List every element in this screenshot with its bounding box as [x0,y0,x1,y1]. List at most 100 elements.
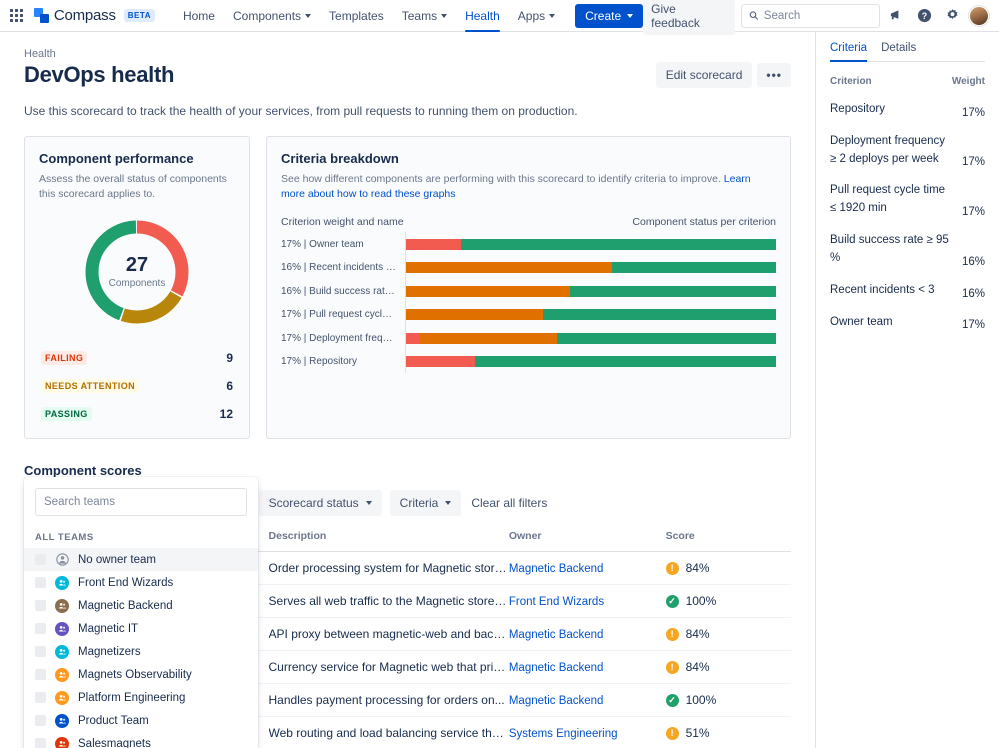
chart-axis-line [405,232,406,373]
bar-segment-needs-attention[interactable] [406,262,612,273]
owner-link[interactable]: Systems Engineering [509,728,618,740]
team-checkbox[interactable] [35,623,46,634]
team-option[interactable]: Magnetic Backend [24,594,258,617]
bar-segment-needs-attention[interactable] [406,286,570,297]
owner-link[interactable]: Magnetic Backend [509,662,604,674]
team-checkbox[interactable] [35,715,46,726]
nav-item-apps[interactable]: Apps [510,0,563,32]
bar-segment-passing[interactable] [461,239,776,250]
nav-item-home[interactable]: Home [175,0,223,32]
team-option[interactable]: Front End Wizards [24,571,258,594]
team-option[interactable]: Product Team [24,709,258,732]
team-option[interactable]: Magnetizers [24,640,258,663]
create-button[interactable]: Create [575,4,643,28]
owner-team-dropdown[interactable]: ALL TEAMS No owner teamFront End Wizards… [24,477,258,748]
criterion-name: Pull request cycle time ≤ 1920 min [830,182,954,218]
give-feedback-button[interactable]: Give feedback [643,0,735,35]
bar-segment-passing[interactable] [570,286,776,297]
owner-link[interactable]: Front End Wizards [509,596,604,608]
nav-item-templates[interactable]: Templates [321,0,392,32]
column-header-description[interactable]: Description [269,530,509,552]
bar-segment-passing[interactable] [543,309,776,320]
bar-segment-failing[interactable] [406,239,461,250]
team-option-label: Product Team [78,715,149,727]
bar-track [406,356,776,367]
warning-circle-icon: ! [666,661,679,674]
filter-criteria[interactable]: Criteria [390,490,462,516]
help-icon[interactable]: ? [914,5,936,27]
chevron-down-icon [366,501,372,505]
team-option[interactable]: Platform Engineering [24,686,258,709]
dropdown-group-label: ALL TEAMS [24,522,258,548]
team-option[interactable]: No owner team [24,548,258,571]
bar-label: 17% | Deployment frequency ≥ ... [281,333,405,344]
bar-track [406,262,776,273]
cell-score: ! 84% [666,651,791,684]
team-option[interactable]: Salesmagnets [24,732,258,748]
owner-link[interactable]: Magnetic Backend [509,563,604,575]
nav-label: Home [183,6,215,26]
bar-segment-needs-attention[interactable] [406,309,543,320]
apps-switcher-icon[interactable] [6,5,28,27]
bar-segment-passing[interactable] [557,333,776,344]
notifications-icon[interactable] [886,5,908,27]
team-checkbox[interactable] [35,554,46,565]
team-checkbox[interactable] [35,646,46,657]
chart-right-axis-label: Component status per criterion [632,216,776,228]
status-legend: FAILING 9 NEEDS ATTENTION 6 PASSING 12 [39,344,235,428]
bar-segment-failing[interactable] [406,356,475,367]
gear-icon[interactable] [941,5,963,27]
tab-details[interactable]: Details [881,42,916,61]
page-title: DevOps health [24,62,174,88]
breadcrumb[interactable]: Health [24,48,791,60]
criteria-breakdown-card: Criteria breakdown See how different com… [266,136,791,439]
bar-segment-passing[interactable] [612,262,776,273]
score-value: 100% [686,693,717,707]
compass-logo[interactable]: Compass BETA [34,7,155,24]
main-content: Health DevOps health Edit scorecard ••• … [0,32,815,748]
user-avatar[interactable] [969,6,989,26]
score-value: 84% [686,660,710,674]
cell-owner: Front End Wizards [509,585,666,618]
team-avatar-icon [55,622,69,636]
search-teams-input[interactable] [35,488,247,516]
owner-link[interactable]: Magnetic Backend [509,629,604,641]
owner-link[interactable]: Magnetic Backend [509,695,604,707]
team-avatar-icon [55,691,69,705]
filter-scorecard-status[interactable]: Scorecard status [259,490,382,516]
bar-segment-passing[interactable] [475,356,776,367]
global-search[interactable] [741,4,880,28]
cell-owner: Magnetic Backend [509,684,666,717]
criterion-name: Deployment frequency ≥ 2 deploys per wee… [830,133,954,169]
team-option[interactable]: Magnets Observability [24,663,258,686]
legend-value: 9 [226,351,233,365]
legend-row-failing: FAILING 9 [39,344,235,372]
column-header-score[interactable]: Score [666,530,791,552]
team-checkbox[interactable] [35,600,46,611]
check-circle-icon: ✓ [666,595,679,608]
clear-all-filters-button[interactable]: Clear all filters [469,490,549,516]
cell-description: Web routing and load balancing service t… [269,717,509,748]
bar-segment-failing[interactable] [406,333,420,344]
team-checkbox[interactable] [35,692,46,703]
column-header-owner[interactable]: Owner [509,530,666,552]
team-avatar-icon [55,714,69,728]
card-subtitle: See how different components are perform… [281,172,776,202]
card-title: Criteria breakdown [281,151,776,166]
summary-cards: Component performance Assess the overall… [24,136,791,439]
bar-segment-needs-attention[interactable] [420,333,557,344]
bar-label: 17% | Repository [281,356,405,367]
more-actions-button[interactable]: ••• [757,63,791,87]
nav-item-teams[interactable]: Teams [394,0,455,32]
team-checkbox[interactable] [35,669,46,680]
score-value: 84% [686,627,710,641]
team-checkbox[interactable] [35,738,46,748]
search-input[interactable] [764,10,872,22]
team-checkbox[interactable] [35,577,46,588]
warning-circle-icon: ! [666,628,679,641]
nav-item-health[interactable]: Health [457,0,508,32]
edit-scorecard-button[interactable]: Edit scorecard [656,62,753,88]
nav-item-components[interactable]: Components [225,0,319,32]
team-option[interactable]: Magnetic IT [24,617,258,640]
tab-criteria[interactable]: Criteria [830,42,867,61]
